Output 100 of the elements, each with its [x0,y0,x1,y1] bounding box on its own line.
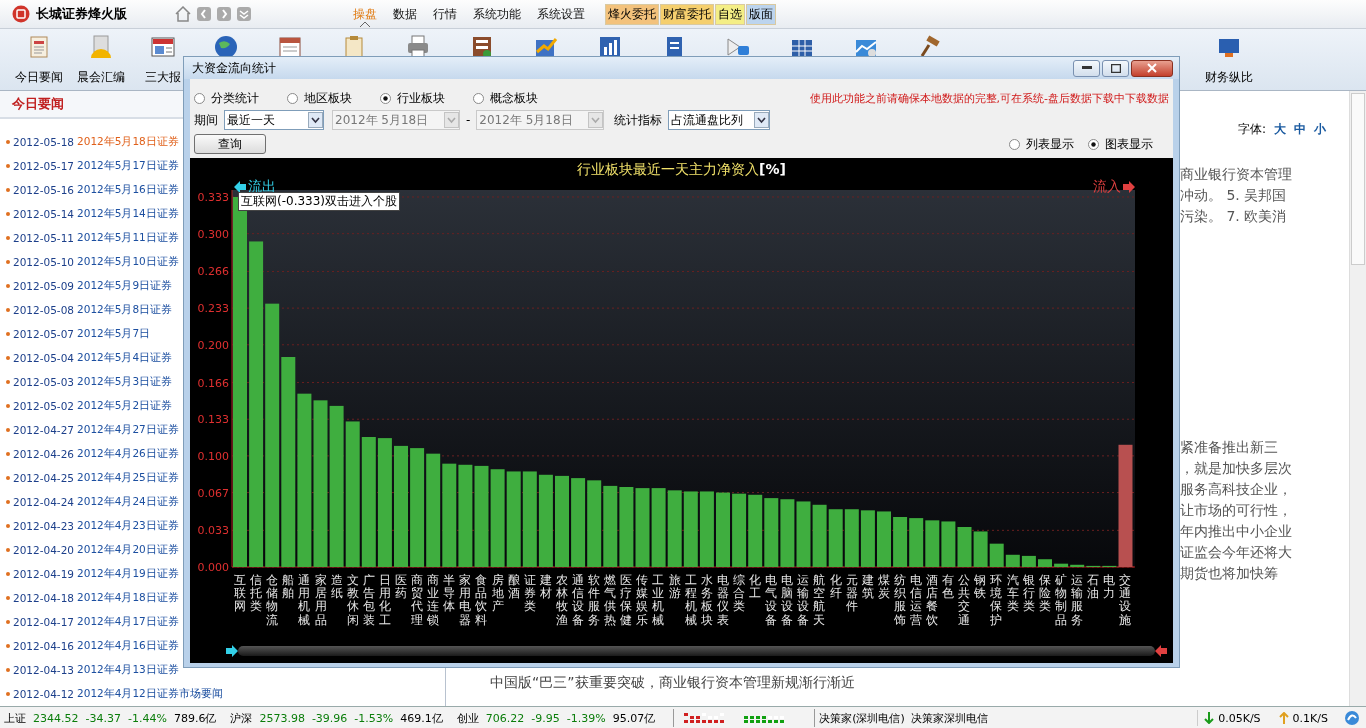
bar[interactable] [603,485,618,567]
category-label: 日用化工 [378,574,391,627]
article-text: 让市场的可行性， [1180,501,1293,520]
axis-tick-label: 0.333 [197,191,229,204]
news-headline[interactable]: 中国版“巴三”获重要突破，商业银行资本管理新规渐行渐近 [490,674,855,692]
bar[interactable] [297,393,312,567]
article-text: ，就是加快多层次 [1180,459,1293,478]
menu-item[interactable]: 系统功能 [471,0,523,28]
toolbar-button[interactable]: 晨会汇编 [70,29,132,90]
inflow-label: 流入 [1093,178,1121,196]
arrow-icon[interactable] [226,645,238,657]
bar[interactable] [426,453,441,567]
font-size-link[interactable]: 小 [1314,121,1326,138]
bar[interactable] [893,517,908,567]
bar[interactable] [410,448,425,567]
category-label: 保险类 [1038,574,1051,616]
article-text: 污染。 7. 欧美消 [1180,207,1288,226]
article-text: 年内推出中小企业 [1180,522,1293,541]
news-title: 2012年5月7日 [77,327,151,341]
category-label: 旅游 [668,574,681,603]
bar[interactable] [587,480,602,567]
news-date: 2012-04-18 [13,592,75,604]
news-date: 2012-05-07 [13,328,75,340]
category-label: 运输设备 [797,574,810,627]
home-icon[interactable] [175,6,191,22]
menu-item[interactable]: 系统设置 [535,0,587,28]
bar[interactable] [619,487,634,567]
index-amount: 789.6亿 [173,710,217,726]
bar[interactable] [780,499,795,567]
category-label: 钢铁 [974,574,987,603]
font-size-label: 字体: [1237,121,1266,138]
quick-button[interactable]: 版面 [746,3,776,25]
category-label: 综合类 [732,574,745,616]
radio-button[interactable]: 行业板块 [380,89,445,107]
news-title: 2012年4月12日证券市场要闻 [77,687,223,701]
category-label: 商贸代理 [411,574,424,627]
news-title: 2012年4月19日证券 [77,567,179,581]
maximize-button[interactable] [1102,59,1129,77]
news-date: 2012-04-16 [13,640,75,652]
category-label: 酿酒 [507,574,520,603]
query-button[interactable]: 查询 [194,134,266,154]
app-logo-icon [12,5,30,23]
tooltip: 互联网(-0.333)双击进入个股 [238,192,401,211]
bar[interactable] [458,464,473,567]
quick-button[interactable]: 自选 [715,3,745,25]
minimize-button[interactable] [1073,59,1100,77]
bar[interactable] [571,478,586,567]
bar[interactable] [925,520,940,567]
font-size-link[interactable]: 大 [1274,121,1286,138]
news-title: 2012年4月16日证券 [77,639,179,653]
category-label: 酒店餐饮 [926,574,939,627]
article-text: 商业银行资本管理 [1180,165,1293,184]
bar[interactable] [732,493,747,567]
category-label: 通信设备 [572,574,584,627]
radio-button[interactable]: 概念板块 [473,89,538,107]
menu-item[interactable]: 行情 [431,0,459,28]
quick-button[interactable]: 烽火委托 [605,3,659,25]
scrollbar[interactable] [1349,91,1366,706]
quick-button[interactable]: 财富委托 [660,3,714,25]
close-button[interactable] [1131,59,1173,77]
font-size-link[interactable]: 中 [1294,121,1306,138]
bar[interactable] [281,357,296,567]
bar[interactable] [941,521,956,567]
bar[interactable] [265,303,280,567]
bar[interactable] [1070,564,1085,567]
radio-button[interactable]: 分类统计 [194,89,259,107]
index-value: 2573.98 [259,711,305,725]
news-item[interactable]: 2012-04-12 2012年4月12日证券市场要闻 [0,682,445,706]
menu-item[interactable]: 数据 [391,0,419,28]
radio-button[interactable]: 列表显示 [1009,135,1074,153]
news-date: 2012-05-17 [13,160,75,172]
news-date: 2012-05-02 [13,400,75,412]
bullet-icon [6,620,10,624]
bar[interactable] [249,241,264,567]
bullet-icon [6,284,10,288]
news-date: 2012-04-27 [13,424,75,436]
metric-dropdown[interactable]: 占流通盘比列 [668,110,771,130]
radio-button[interactable]: 图表显示 [1088,135,1153,153]
bullet-icon [6,140,10,144]
toolbar-button[interactable]: 今日要闻 [8,29,70,90]
chart-scrollbar[interactable] [238,646,1155,656]
news-title: 2012年4月18日证券 [77,591,179,605]
news-date: 2012-05-09 [13,280,75,292]
period-dropdown[interactable]: 最近一天 [224,110,324,130]
news-title: 2012年5月9日证券 [77,279,173,293]
category-label: 交通设施 [1119,574,1132,627]
category-label: 农林牧渔 [555,574,568,627]
bar[interactable] [764,498,779,567]
category-label: 燃气供热 [604,574,617,627]
bar[interactable] [1054,563,1069,567]
axis-tick-label: 0.266 [197,265,229,279]
bar[interactable] [442,463,457,567]
bar[interactable] [909,518,924,567]
bullet-icon [6,356,10,360]
radio-button[interactable]: 地区板块 [287,89,352,107]
category-label: 半导体 [443,574,456,616]
bar[interactable] [748,494,763,567]
toolbar-button[interactable]: 财务纵比 [1198,29,1260,90]
article-text: 服务高科技企业， [1180,480,1293,499]
category-label: 仓储物流 [266,574,279,627]
